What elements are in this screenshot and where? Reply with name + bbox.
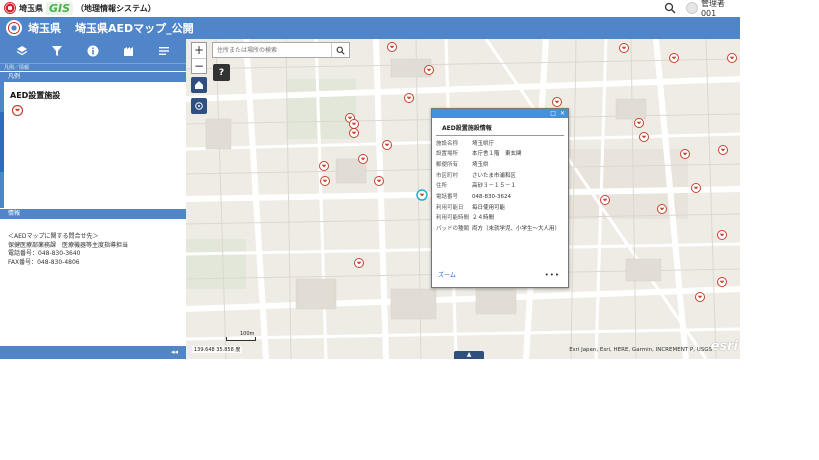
layers-icon[interactable] (15, 44, 29, 58)
table-row: パッドの種類 両方（未就学児、小学生～大人用） (436, 225, 566, 236)
field-label: 利用可能時間 (436, 215, 470, 222)
table-row: 郵便所有 埼玉県 (436, 160, 566, 171)
field-value: 毎日使用可能 (472, 204, 506, 211)
user-name: 管理者001 (700, 0, 725, 18)
info-line: ＜AEDマップに関する問合せ先＞ (8, 233, 99, 240)
field-value: 高砂３－１５－１ (472, 183, 517, 190)
map-attribution: Esri Japan, Esri, HERE, Garmin, INCREMEN… (569, 347, 712, 353)
feature-popup: □ ✕ AED設置施設情報 施設名称 埼玉県庁 設置場所 本庁舎１階 東玄関 郵便所… (431, 108, 569, 288)
user-menu[interactable]: 管理者001 (686, 0, 740, 18)
map-view[interactable]: + − ? □ ✕ AED設置施設情報 施設名称 埼玉県庁 設置場所 本庁舎１階 東… (186, 39, 740, 359)
field-label: 市区町村 (436, 172, 459, 179)
field-label: 利用可能日 (436, 204, 464, 211)
panel-scrollbar[interactable] (0, 112, 4, 172)
field-value: 本庁舎１階 東玄関 (472, 151, 522, 158)
table-row: 設置場所 本庁舎１階 東玄関 (436, 150, 566, 161)
esri-logo: esri (710, 339, 738, 354)
prefecture-seal-icon (6, 20, 22, 36)
field-value: 埼玉県庁 (472, 140, 495, 147)
close-icon[interactable]: ✕ (560, 109, 565, 118)
system-name: （地理情報システム） (76, 3, 156, 13)
org-logo: 埼玉県 GIS （地理情報システム） (4, 1, 156, 15)
app-title: 埼玉県AEDマップ_公開 (75, 22, 194, 35)
field-label: 設置場所 (436, 151, 459, 158)
search-button[interactable] (331, 43, 349, 57)
info-line: 保健医療部薬務課 医療機器等主度指導担当 (8, 241, 129, 249)
prefecture-seal-icon (4, 2, 16, 14)
field-value: 048-830-3624 (472, 194, 511, 201)
locate-icon (195, 102, 203, 110)
coordinate-readout: 139.648 35.858 度 (192, 346, 243, 353)
zoom-in-button[interactable]: + (192, 43, 206, 58)
table-row: 電話番号 048-830-3624 (436, 192, 566, 203)
gis-logo: GIS (46, 1, 74, 15)
bookmark-icon[interactable] (122, 44, 136, 58)
info-line: 電話番号：048-830-3640 (8, 250, 81, 257)
field-label: 電話番号 (436, 194, 459, 201)
field-label: パッドの種類 (436, 226, 470, 233)
more-actions-button[interactable]: ••• (545, 271, 560, 279)
popup-header: □ ✕ (432, 109, 568, 118)
expand-panel-button[interactable]: ▲ (454, 351, 484, 359)
org-name: 埼玉県 (19, 3, 43, 13)
app-header: 埼玉県 埼玉県AEDマップ_公開 (0, 17, 740, 39)
table-row: 利用可能時間 ２４時間 (436, 214, 566, 225)
scale-label: 100m (240, 331, 255, 337)
field-label: 郵便所有 (436, 161, 459, 168)
zoom-out-button[interactable]: − (192, 58, 206, 73)
search-icon[interactable] (664, 2, 676, 14)
field-value: さいたま市浦和区 (472, 172, 516, 179)
home-icon (195, 81, 203, 89)
help-icon: ? (218, 67, 225, 78)
panel-toolbar (0, 39, 186, 63)
home-button[interactable] (191, 77, 207, 93)
maximize-icon[interactable]: □ (550, 109, 556, 118)
field-label: 施設名称 (436, 140, 459, 147)
popup-attributes: 施設名称 埼玉県庁 設置場所 本庁舎１階 東玄関 郵便所有 埼玉県 市区町村 さいたま市… (436, 139, 566, 235)
field-label: 住所 (436, 183, 448, 190)
help-button[interactable]: ? (213, 64, 230, 81)
table-row: 市区町村 さいたま市浦和区 (436, 171, 566, 182)
filter-icon[interactable] (50, 44, 64, 58)
table-row: 施設名称 埼玉県庁 (436, 139, 566, 150)
top-bar: 埼玉県 GIS （地理情報システム） 管理者001 (0, 0, 740, 18)
aed-marker-icon (11, 104, 24, 117)
info-icon[interactable] (86, 44, 100, 58)
prefecture-name: 埼玉県 (28, 22, 61, 35)
search-icon (336, 46, 345, 55)
list-icon[interactable] (157, 44, 171, 58)
info-panel: ＜AEDマップに関する問合せ先＞ 保健医療部薬務課 医療機器等主度指導担当 電話… (0, 219, 186, 327)
breadcrumb: 凡例／情報 (0, 63, 186, 71)
legend-header[interactable]: 凡例 (0, 72, 186, 82)
field-value: 両方（未就学児、小学生～大人用） (472, 226, 561, 233)
field-value: ２４時間 (472, 215, 495, 222)
zoom-control: + − (191, 42, 207, 74)
scale-bar (226, 337, 256, 341)
search-input[interactable] (213, 43, 331, 57)
legend-panel: AED設置施設 (0, 82, 186, 208)
avatar (686, 2, 698, 14)
collapse-panel-button[interactable]: ◂◂ (171, 348, 178, 356)
legend-title: AED設置施設 (10, 91, 61, 100)
table-row: 利用可能日 毎日使用可能 (436, 203, 566, 214)
field-value: 埼玉県 (472, 161, 489, 168)
left-panel: 凡例／情報 凡例 AED設置施設 情報 ＜AEDマップに関する問合せ先＞ 保健医… (0, 39, 186, 359)
zoom-link[interactable]: ズーム (438, 270, 456, 279)
locate-button[interactable] (191, 98, 207, 114)
table-row: 住所 高砂３－１５－１ (436, 182, 566, 193)
info-header[interactable]: 情報 (0, 209, 186, 219)
info-line: FAX番号：048-830-4806 (8, 258, 80, 266)
map-search (212, 42, 350, 58)
popup-title: AED設置施設情報 (436, 118, 564, 136)
panel-footer: ◂◂ (0, 346, 186, 359)
